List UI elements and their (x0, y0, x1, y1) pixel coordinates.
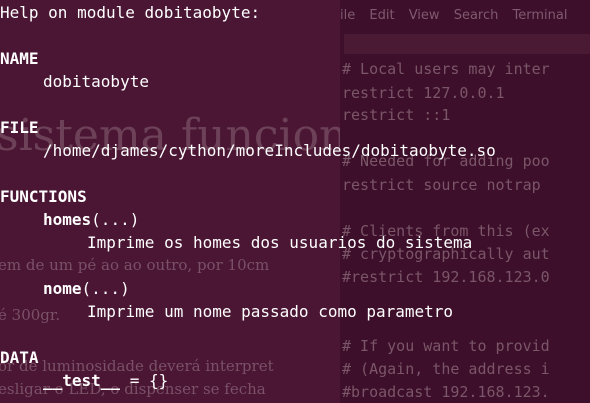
menu-item-file: ile (340, 8, 356, 23)
function-doc: Imprime um nome passado como parametro (87, 302, 454, 321)
file-section-heading: FILE (0, 118, 39, 137)
help-output: Help on module dobitaobyte: NAME dobitao… (0, 0, 496, 390)
module-file-path: /home/djames/cython/moreIncludes/dobitao… (43, 141, 496, 160)
menu-item-edit: Edit (369, 8, 395, 23)
background-terminal-tabbar (344, 34, 590, 54)
data-entry-value: = {} (120, 371, 169, 390)
data-entry: __test__ = {} (43, 370, 168, 392)
menu-item-terminal: Terminal (512, 8, 568, 23)
function-signature: homes(...) (43, 209, 139, 231)
menu-item-search: Search (453, 8, 499, 23)
background-terminal-line: restrict ::1 (342, 106, 451, 124)
background-terminal: ile Edit View Search Terminal # Local us… (340, 0, 590, 403)
background-terminal-line: # (Again, the address i (342, 360, 550, 378)
menu-item-view: View (408, 8, 440, 23)
background-terminal-line: restrict 127.0.0.1 (342, 84, 505, 102)
background-terminal-line: # If you want to provid (342, 337, 550, 355)
function-signature: nome(...) (43, 278, 130, 300)
background-terminal-line: # Local users may inter (342, 60, 550, 78)
background-document-line: em de um pé ao ao outro, por 10cm (0, 256, 270, 274)
function-doc: Imprime os homes dos usuarios do sistema (87, 233, 473, 252)
background-terminal-menubar: ile Edit View Search Terminal (340, 8, 590, 30)
function-name: nome (43, 279, 82, 298)
module-name: dobitaobyte (43, 72, 149, 91)
function-name: homes (43, 210, 92, 229)
name-section-heading: NAME (0, 49, 39, 68)
function-args: (...) (81, 279, 130, 298)
background-terminal-line: restrict source notrap (342, 176, 541, 194)
data-section-heading: DATA (0, 348, 39, 367)
background-terminal-line: #broadcast 192.168.123. (342, 383, 550, 401)
terminal-screen: sistema funcion em de um pé ao ao outro,… (0, 0, 590, 403)
functions-section-heading: FUNCTIONS (0, 187, 87, 206)
function-args: (...) (91, 210, 140, 229)
background-terminal-line: #restrict 192.168.123.0 (342, 268, 550, 286)
data-entry-name: __test__ (43, 371, 121, 390)
help-header: Help on module dobitaobyte: (0, 3, 261, 22)
